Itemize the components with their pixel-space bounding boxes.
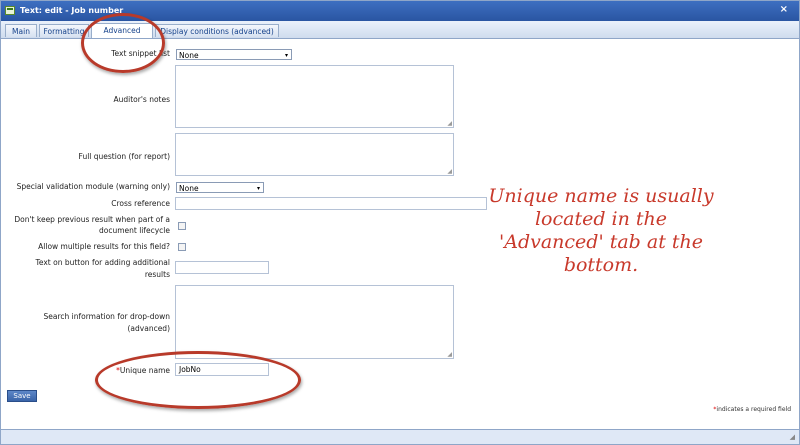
text-snippet-list-value: None bbox=[179, 51, 199, 60]
special-validation-select[interactable]: None ▾ bbox=[176, 182, 264, 193]
resize-grip-icon[interactable]: ◢ bbox=[447, 352, 452, 358]
cross-reference-label: Cross reference bbox=[111, 199, 170, 208]
resize-grip-icon[interactable]: ◢ bbox=[790, 433, 795, 441]
allow-multiple-checkbox[interactable] bbox=[178, 243, 186, 251]
resize-grip-icon[interactable]: ◢ bbox=[447, 121, 452, 127]
edit-dialog: Text: edit - Job number × Main Formattin… bbox=[0, 0, 800, 445]
tab-advanced[interactable]: Advanced bbox=[91, 23, 153, 38]
tab-main[interactable]: Main bbox=[5, 24, 37, 37]
resize-grip-icon[interactable]: ◢ bbox=[447, 169, 452, 175]
unique-name-label-text: Unique name bbox=[119, 366, 170, 375]
text-on-button-label-line1: Text on button for adding additional bbox=[35, 258, 170, 267]
dialog-title: Text: edit - Job number bbox=[20, 6, 124, 15]
dont-keep-previous-label-line2: document lifecycle bbox=[98, 226, 170, 235]
text-on-button-label-line2: results bbox=[144, 270, 170, 279]
close-icon[interactable]: × bbox=[780, 4, 788, 15]
cross-reference-input[interactable] bbox=[175, 197, 487, 210]
text-snippet-list-select[interactable]: None ▾ bbox=[176, 49, 292, 60]
required-note-text: indicates a required field bbox=[716, 406, 791, 413]
search-info-label-line1: Search information for drop-down bbox=[43, 312, 171, 321]
annotation-line: bottom. bbox=[563, 254, 639, 276]
dont-keep-previous-label-line1: Don't keep previous result when part of … bbox=[14, 215, 170, 224]
form-icon bbox=[5, 6, 15, 15]
dont-keep-previous-checkbox[interactable] bbox=[178, 222, 186, 230]
annotation-line: Unique name is usually bbox=[488, 185, 714, 207]
auditors-notes-label: Auditor's notes bbox=[113, 95, 171, 104]
tab-display-conditions[interactable]: Display conditions (advanced) bbox=[155, 24, 279, 37]
special-validation-label: Special validation module (warning only) bbox=[16, 182, 170, 191]
unique-name-input[interactable]: JobNo bbox=[175, 363, 269, 376]
text-on-button-input[interactable] bbox=[175, 261, 269, 274]
auditors-notes-textarea[interactable]: ◢ bbox=[175, 65, 454, 128]
allow-multiple-label: Allow multiple results for this field? bbox=[38, 242, 170, 251]
title-bar[interactable]: Text: edit - Job number × bbox=[1, 1, 799, 21]
full-question-label: Full question (for report) bbox=[78, 152, 170, 161]
special-validation-value: None bbox=[179, 184, 199, 193]
text-snippet-list-label: Text snippet list bbox=[111, 49, 170, 58]
annotation-callout: Unique name is usually located in the 'A… bbox=[471, 185, 731, 277]
full-question-textarea[interactable]: ◢ bbox=[175, 133, 454, 176]
chevron-down-icon: ▾ bbox=[256, 185, 260, 192]
tab-formatting[interactable]: Formatting bbox=[39, 24, 89, 37]
annotation-line: located in the bbox=[534, 208, 668, 230]
chevron-down-icon: ▾ bbox=[284, 52, 288, 59]
annotation-line: 'Advanced' tab at the bbox=[499, 231, 703, 253]
tab-bar: Main Formatting Advanced Display conditi… bbox=[1, 21, 799, 39]
search-info-textarea[interactable]: ◢ bbox=[175, 285, 454, 359]
unique-name-label: *Unique name bbox=[116, 366, 170, 376]
dialog-footer: ◢ bbox=[1, 429, 799, 444]
required-field-note: *indicates a required field bbox=[713, 406, 791, 413]
save-button[interactable]: Save bbox=[7, 390, 37, 402]
search-info-label-line2: (advanced) bbox=[127, 324, 171, 333]
